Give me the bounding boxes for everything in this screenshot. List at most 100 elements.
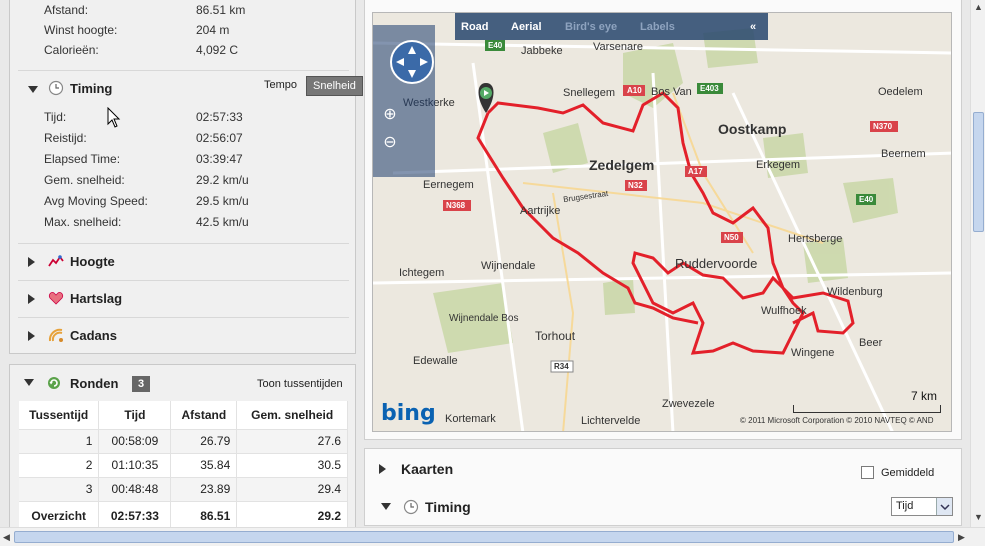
place-label: Aartrijke [520, 205, 561, 217]
horizontal-scrollbar[interactable]: ◀ ▶ [0, 527, 985, 546]
place-label: Oedelem [878, 86, 923, 98]
route-map[interactable]: E40 A10 E403 N370 N32 A17 N368 N50 E40 R… [372, 12, 952, 432]
place-label: Beer [859, 337, 883, 349]
scroll-right-icon[interactable]: ▶ [958, 532, 965, 543]
section-title: Cadans [70, 328, 117, 343]
table-cell: 2 [19, 453, 100, 478]
stat-label: Calorieën: [44, 43, 99, 57]
place-label: Beernem [881, 148, 926, 160]
table-cell: 01:10:35 [98, 453, 172, 478]
map-tab-aerial[interactable]: Aerial [511, 21, 542, 33]
stat-label: Avg Moving Speed: [44, 194, 148, 208]
expand-icon[interactable] [28, 257, 35, 267]
laps-header[interactable]: Ronden 3 Toon tussentijden [10, 365, 355, 401]
street-label: Brugsestraat [562, 188, 609, 205]
column-header[interactable]: Gem. snelheid [236, 401, 348, 430]
stat-label: Gem. snelheid: [44, 173, 125, 187]
collapse-icon[interactable] [28, 86, 38, 93]
map-copyright: © 2011 Microsoft Corporation © 2010 NAVT… [740, 416, 934, 425]
laps-panel: Ronden 3 Toon tussentijden Tussentijd Ti… [9, 364, 356, 546]
table-row[interactable]: 3 00:48:48 23.89 29.4 [19, 477, 348, 502]
kaarten-title[interactable]: Kaarten [401, 461, 453, 477]
compass-icon[interactable] [390, 40, 434, 84]
zoom-out-icon[interactable]: ⊖ [380, 133, 400, 153]
place-label: Eernegem [423, 179, 474, 191]
place-label: Wulfhoek [761, 305, 807, 317]
place-label: Ruddervoorde [675, 256, 758, 271]
hoogte-section-header[interactable]: Hoogte [18, 243, 349, 278]
map-mode-bar: Road Aerial Bird's eye Labels « [455, 13, 768, 40]
place-label: Varsenare [593, 41, 643, 53]
chevron-down-icon[interactable] [936, 498, 952, 515]
scale-bar [793, 405, 941, 413]
timing-select[interactable]: Tijd [891, 497, 953, 516]
map-tab-birds-eye[interactable]: Bird's eye [565, 21, 617, 33]
laps-count-badge: 3 [132, 376, 150, 392]
heart-icon [48, 290, 64, 306]
scroll-down-icon[interactable]: ▼ [974, 512, 983, 522]
place-label: Lichtervelde [581, 415, 641, 427]
collapse-icon[interactable] [381, 503, 391, 510]
place-label: Kortemark [445, 413, 496, 425]
map-tab-labels[interactable]: Labels [640, 21, 675, 33]
show-splits-link[interactable]: Toon tussentijden [257, 378, 343, 390]
collapse-icon[interactable] [24, 379, 34, 386]
chart-options-panel: Kaarten Gemiddeld Timing Tijd [364, 448, 962, 526]
stat-value: 29.5 km/u [196, 194, 249, 208]
place-label: Torhout [535, 329, 576, 343]
place-label: Jabbeke [521, 45, 563, 57]
stat-label: Max. snelheid: [44, 215, 122, 229]
place-label: Ichtegem [399, 267, 445, 279]
stat-label: Elapsed Time: [44, 152, 121, 166]
place-label: Wijnendale [481, 260, 536, 272]
column-header[interactable]: Tijd [98, 401, 172, 430]
cadans-section-header[interactable]: Cadans [18, 317, 349, 352]
place-label: Snellegem [563, 87, 615, 99]
place-label: Bos Van [651, 86, 692, 98]
vertical-scrollbar[interactable]: ▲ ▼ [970, 0, 985, 527]
elevation-icon [48, 253, 64, 269]
column-header[interactable]: Tussentijd [19, 401, 100, 430]
tempo-toggle[interactable]: Tempo [264, 79, 297, 91]
refresh-icon [46, 375, 62, 391]
table-cell: 00:58:09 [98, 429, 172, 454]
scale-label: 7 km [911, 389, 938, 403]
scroll-up-icon[interactable]: ▲ [974, 2, 983, 12]
table-cell: 26.79 [170, 429, 238, 454]
place-label: Wijnendale Bos [449, 313, 519, 324]
place-label: Wingene [791, 347, 835, 359]
expand-icon[interactable] [28, 331, 35, 341]
table-cell: 35.84 [170, 453, 238, 478]
zoom-in-icon[interactable]: ⊕ [380, 105, 400, 125]
scroll-left-icon[interactable]: ◀ [3, 532, 10, 543]
table-cell: 1 [19, 429, 100, 454]
stat-value: 42.5 km/u [196, 215, 249, 229]
hartslag-section-header[interactable]: Hartslag [18, 280, 349, 315]
place-label: Wildenburg [827, 286, 883, 298]
horizontal-scroll-thumb[interactable] [14, 531, 954, 543]
section-title: Hoogte [70, 254, 115, 269]
place-label: Erkegem [756, 159, 801, 171]
expand-icon[interactable] [379, 464, 386, 474]
timing-chart-title: Timing [425, 499, 471, 515]
laps-title: Ronden [70, 376, 119, 391]
map-tab-road[interactable]: Road [461, 21, 489, 33]
gemiddeld-checkbox[interactable] [861, 466, 874, 479]
table-row[interactable]: 2 01:10:35 35.84 30.5 [19, 453, 348, 478]
speed-toggle[interactable]: Snelheid [306, 76, 363, 96]
collapse-bar-icon[interactable]: « [750, 21, 756, 33]
column-header[interactable]: Afstand [170, 401, 238, 430]
stat-label: Winst hoogte: [44, 23, 118, 37]
activity-summary-panel: Afstand: 86.51 km Winst hoogte: 204 m Ca… [9, 0, 363, 354]
section-title: Hartslag [70, 291, 123, 306]
expand-icon[interactable] [28, 294, 35, 304]
timing-section-header[interactable]: Timing Tempo Snelheid [18, 70, 363, 105]
place-label: Zedelgem [589, 157, 655, 173]
stat-value: 29.2 km/u [196, 173, 249, 187]
table-row[interactable]: 1 00:58:09 26.79 27.6 [19, 429, 348, 454]
vertical-scroll-thumb[interactable] [973, 112, 984, 232]
table-cell: 3 [19, 477, 100, 502]
stat-label: Afstand: [44, 3, 89, 17]
place-label: Hertsberge [788, 233, 843, 245]
mouse-cursor-icon [107, 106, 121, 132]
